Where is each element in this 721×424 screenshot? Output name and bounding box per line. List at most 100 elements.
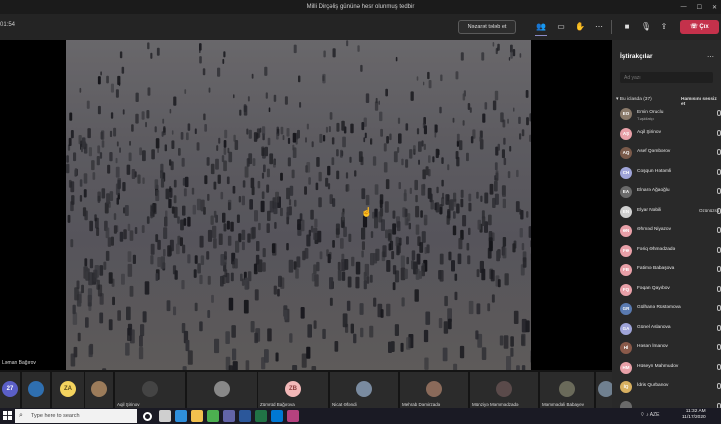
minimize-icon[interactable]: — — [681, 4, 687, 10]
crowd-figure — [228, 297, 234, 311]
crowd-figure — [413, 145, 416, 153]
crowd-figure — [502, 247, 507, 259]
participant-row[interactable]: ƏN Əhməd Niyazov — [616, 222, 721, 241]
crowd-figure — [282, 135, 285, 141]
crowd-figure — [300, 219, 305, 232]
crowd-figure — [87, 128, 91, 139]
participant-row[interactable]: GA Günel Aslanova — [616, 320, 721, 339]
participant-row[interactable]: İQ İdris Qurbanov — [616, 378, 721, 397]
raise-hand-icon[interactable]: ✋ — [574, 21, 586, 33]
participant-thumbnail[interactable]: 27 — [0, 372, 20, 408]
more-icon[interactable]: ⋯ — [593, 21, 605, 33]
close-icon[interactable]: ✕ — [712, 4, 717, 11]
panel-more-icon[interactable]: ⋯ — [707, 53, 714, 61]
participant-row[interactable]: EO Emin Oruclu Təşkilatçı — [616, 105, 721, 124]
taskbar-search-input[interactable]: ⌕ Type here to search — [15, 409, 137, 423]
participant-thumbnail[interactable]: ZB Zümrüd Bağırova — [258, 372, 328, 408]
crowd-figure — [196, 198, 201, 211]
participant-row[interactable]: EN Elyar Nəbili Ozünüzsü — [616, 203, 721, 222]
participant-thumbnail[interactable]: Aqil Şirinov — [115, 372, 185, 408]
participant-thumbnail[interactable]: Münziyə Məmmədzadə — [470, 372, 538, 408]
crowd-figure — [128, 152, 132, 162]
participant-row[interactable]: CH Coşqun Hətəmli — [616, 164, 721, 183]
crowd-figure — [442, 192, 445, 199]
language-indicator[interactable]: AZE — [650, 412, 660, 418]
word-icon[interactable] — [239, 410, 251, 422]
wifi-icon[interactable]: ⌔ — [640, 412, 645, 418]
crowd-figure — [181, 280, 185, 290]
request-control-button[interactable]: Nəzarət tələb et — [458, 20, 516, 34]
participant-thumbnail[interactable]: Mehrab Dəmirzadə — [400, 372, 468, 408]
task-view-icon[interactable] — [159, 410, 171, 422]
teams-icon[interactable] — [223, 410, 235, 422]
crowd-figure — [334, 341, 339, 352]
edge-icon[interactable] — [175, 410, 187, 422]
participant-row[interactable]: EA Elnarə Ağaoğlu — [616, 183, 721, 202]
participant-thumbnail[interactable]: Nicat Əfəndi — [330, 372, 398, 408]
participant-thumbnail[interactable] — [85, 372, 113, 408]
participants-icon[interactable]: 👥 — [535, 21, 547, 33]
crowd-figure — [108, 272, 113, 284]
crowd-figure — [173, 195, 177, 204]
crowd-figure — [363, 280, 367, 290]
crowd-figure — [494, 162, 498, 171]
leave-button[interactable]: ☏ Çıx — [680, 20, 719, 34]
participant-row[interactable]: AŞ Aqil Şirinov — [616, 125, 721, 144]
share-icon[interactable]: ⇪ — [658, 21, 670, 33]
mic-icon[interactable]: 🎙 — [640, 21, 652, 33]
crowd-figure — [415, 205, 420, 218]
participant-row[interactable]: GR Gülhanə Rüstəmova — [616, 300, 721, 319]
thumbnail-avatar — [91, 381, 107, 397]
maximize-icon[interactable]: ☐ — [697, 4, 702, 11]
participant-thumbnail[interactable] — [22, 372, 50, 408]
crowd-figure — [131, 169, 136, 179]
participant-row[interactable]: AQ Asef Qəmbərov — [616, 144, 721, 163]
crowd-figure — [252, 158, 256, 166]
participant-row[interactable]: FB Fatimə Babaşova — [616, 261, 721, 280]
participant-search-input[interactable] — [620, 72, 713, 83]
crowd-figure — [415, 268, 420, 280]
crowd-figure — [466, 242, 470, 251]
volume-icon[interactable]: ♪ — [646, 412, 649, 418]
crowd-figure — [245, 360, 250, 370]
participant-thumbnail[interactable]: ZA — [52, 372, 84, 408]
crowd-figure — [421, 231, 426, 243]
crowd-figure — [319, 251, 323, 260]
in-meeting-section-header[interactable]: ▾ Bu iclasda (37) — [616, 97, 652, 102]
mail-icon[interactable] — [271, 410, 283, 422]
chat-icon[interactable]: ▭ — [555, 21, 567, 33]
crowd-figure — [259, 127, 262, 133]
taskbar-clock[interactable]: 11:32 AM 11/17/2020 — [682, 409, 706, 421]
crowd-figure — [432, 156, 435, 163]
crowd-figure — [81, 146, 83, 153]
windows-start-icon[interactable] — [3, 411, 12, 420]
crowd-figure — [448, 251, 452, 261]
system-tray[interactable]: ⌔ ♪ AZE — [640, 412, 659, 418]
participant-row[interactable]: Hİ Həsən İmanov — [616, 339, 721, 358]
crowd-figure — [267, 328, 272, 342]
photos-icon[interactable] — [287, 410, 299, 422]
crowd-figure — [366, 276, 370, 284]
participant-thumbnail[interactable]: Məmmədəli Babayev — [540, 372, 594, 408]
crowd-figure — [155, 138, 160, 149]
camera-icon[interactable]: ■ — [621, 21, 633, 33]
crowd-figure — [406, 256, 409, 265]
crowd-figure — [110, 112, 114, 119]
excel-icon[interactable] — [255, 410, 267, 422]
participant-row[interactable]: FQ Fəqan Qayıbov — [616, 281, 721, 300]
participant-thumbnail[interactable] — [187, 372, 257, 408]
participant-name: Fəriq Əhmədzadə — [637, 246, 676, 252]
crowd-figure — [292, 147, 297, 158]
cortana-icon[interactable] — [143, 412, 152, 421]
crowd-figure — [460, 189, 464, 198]
clock-date: 11/17/2020 — [682, 415, 706, 420]
participant-row[interactable]: FƏ Fəriq Əhmədzadə — [616, 242, 721, 261]
explorer-icon[interactable] — [191, 410, 203, 422]
chrome-icon[interactable] — [207, 410, 219, 422]
participant-avatar: EA — [620, 186, 632, 198]
participant-row[interactable]: HM Hüseyn Mahmudov — [616, 359, 721, 378]
crowd-figure — [341, 150, 344, 157]
crowd-figure — [220, 191, 224, 200]
crowd-figure — [110, 236, 114, 246]
participant-thumbnail[interactable] — [596, 372, 612, 408]
